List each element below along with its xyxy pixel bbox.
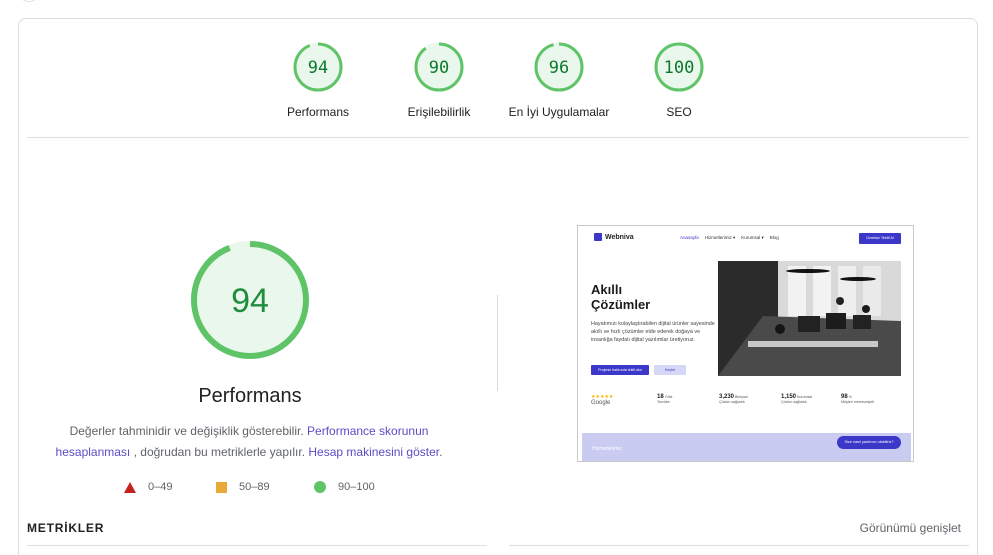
thumb-footer-button: Size nasıl yardımcı olabiliriz? xyxy=(837,436,901,449)
stat-label: Çözüm sağladık xyxy=(781,400,807,404)
legend-range: 0–49 xyxy=(148,481,173,493)
stat-unit: Kurumsal xyxy=(797,395,813,399)
stat-unit: Bireysel xyxy=(735,395,748,399)
performance-description: Değerler tahminidir ve değişiklik göster… xyxy=(49,421,449,463)
metrics-divider-left xyxy=(27,545,487,546)
metrics-divider-right xyxy=(509,545,969,546)
thumb-footer-text: Hizmetlerimiz xyxy=(592,446,622,452)
section-divider xyxy=(27,137,969,138)
top-tab-edge xyxy=(18,0,40,2)
stat-unit: Yıllık xyxy=(664,395,673,399)
thumb-stat: 98 % Müşteri memnuniyeti xyxy=(841,394,874,404)
thumb-google-label: Google xyxy=(591,400,611,406)
thumb-menu-item: Blog xyxy=(769,235,779,240)
gauge-ring: 94 xyxy=(293,42,343,92)
gauge-label: Performans xyxy=(286,105,350,119)
gauge-accessibility[interactable]: 90 Erişilebilirlik xyxy=(374,41,504,119)
thumb-headline: Akıllı Çözümler xyxy=(591,282,711,312)
gauge-label: Erişilebilirlik xyxy=(407,105,471,119)
thumb-stats: ★★★★★ Google 18 Yıllık Tecrübe 3,230 Bir… xyxy=(591,394,891,414)
thumb-cta-button: Ücretsiz Teklif Al xyxy=(859,233,901,244)
thumb-headline-line: Çözümler xyxy=(591,297,651,312)
score-legend: 0–49 50–89 90–100 xyxy=(124,481,394,499)
desc-text-end: . xyxy=(439,445,443,459)
thumb-headline-line: Akıllı xyxy=(591,282,623,297)
expand-view-toggle[interactable]: Görünümü genişlet xyxy=(860,521,961,535)
metrics-heading: METRİKLER xyxy=(27,521,105,535)
thumb-primary-button: Projeniz hakkında teklif alın xyxy=(591,365,649,375)
stat-label: Müşteri memnuniyeti xyxy=(841,400,875,404)
thumb-navbar: Webniva Anasayfa Hizmetlerimiz ▾ Kurumsa… xyxy=(578,226,913,250)
legend-pass: 90–100 xyxy=(314,481,375,493)
gauge-ring: 90 xyxy=(414,42,464,92)
thumb-menu-item: Hizmetlerimiz ▾ xyxy=(704,235,736,240)
desc-text-1: Değerler tahminidir ve değişiklik göster… xyxy=(69,424,304,438)
thumb-logo-text: Webniva xyxy=(605,233,634,241)
thumb-secondary-button: Keşfet xyxy=(654,365,686,375)
gauge-best-practices[interactable]: 96 En İyi Uygulamalar xyxy=(494,41,624,119)
main-gauge-ring: 94 xyxy=(191,241,309,359)
thumb-paragraph: Hayatımızı kolaylaştırabilen dijital ürü… xyxy=(591,321,715,343)
stat-label: Tecrübe xyxy=(657,400,670,404)
thumb-stat: 1,150 Kurumsal Çözüm sağladık xyxy=(781,394,812,404)
gauge-performance[interactable]: 94 Performans xyxy=(253,41,383,119)
gauge-score: 96 xyxy=(549,58,569,78)
performance-main-gauge: 94 xyxy=(189,239,311,361)
gauge-score: 90 xyxy=(429,58,449,78)
legend-fail: 0–49 xyxy=(124,481,172,493)
circle-icon xyxy=(314,481,326,493)
thumb-stat: 3,230 Bireysel Çözüm sağladık xyxy=(719,394,748,404)
stat-label: Çözüm sağladık xyxy=(719,400,745,404)
thumb-google-rating: ★★★★★ Google xyxy=(591,394,646,406)
gauge-label: SEO xyxy=(666,105,692,119)
legend-average: 50–89 xyxy=(216,481,270,493)
square-icon xyxy=(216,481,227,493)
calculator-link[interactable]: Hesap makinesini göster xyxy=(308,445,439,459)
office-photo-illustration xyxy=(718,261,901,376)
triangle-icon xyxy=(124,481,136,493)
thumb-stat: 18 Yıllık Tecrübe xyxy=(657,394,672,404)
thumb-menu-item: Anasayfa xyxy=(680,235,699,240)
final-screenshot[interactable]: Webniva Anasayfa Hizmetlerimiz ▾ Kurumsa… xyxy=(577,225,914,462)
gauge-ring: 96 xyxy=(534,42,584,92)
gauge-seo[interactable]: 100 SEO xyxy=(614,41,744,119)
gauge-score: 100 xyxy=(664,58,695,78)
gauge-label: En İyi Uygulamalar xyxy=(508,105,610,119)
stat-unit: % xyxy=(848,395,852,399)
gauge-score: 94 xyxy=(308,58,328,78)
vertical-separator xyxy=(497,295,498,391)
performance-title: Performans xyxy=(198,385,302,407)
thumb-footer-band: Hizmetlerimiz Size nasıl yardımcı olabil… xyxy=(582,433,911,461)
thumb-menu: Anasayfa Hizmetlerimiz ▾ Kurumsal ▾ Blog xyxy=(680,235,779,241)
thumb-office-photo xyxy=(718,261,901,376)
gauge-ring: 100 xyxy=(654,42,704,92)
desc-text-2: , doğrudan bu metriklerle yapılır. xyxy=(133,445,306,459)
thumb-menu-item: Kurumsal ▾ xyxy=(741,235,764,240)
main-score: 94 xyxy=(231,282,269,320)
legend-range: 90–100 xyxy=(338,481,375,493)
lighthouse-report-card: 94 Performans 90 Erişilebilirlik 96 En İ… xyxy=(18,18,978,555)
logo-icon xyxy=(594,233,602,241)
legend-range: 50–89 xyxy=(239,481,270,493)
category-gauges: 94 Performans 90 Erişilebilirlik 96 En İ… xyxy=(19,41,977,141)
thumb-logo: Webniva xyxy=(594,233,634,241)
